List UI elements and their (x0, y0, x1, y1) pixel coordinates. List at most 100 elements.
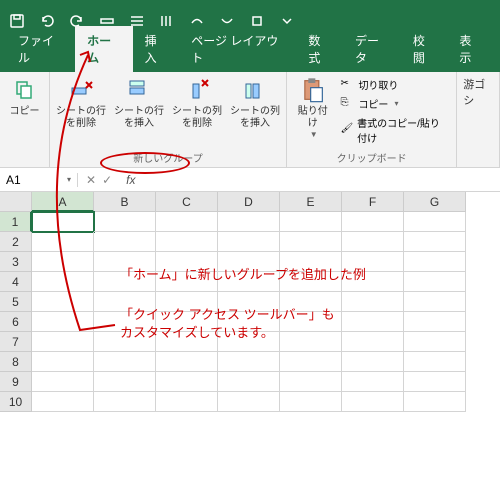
cell-B2[interactable] (94, 232, 156, 252)
scissors-icon: ✂ (340, 78, 354, 92)
copy-icon: ⎘ (340, 97, 354, 111)
cell-C9[interactable] (156, 372, 218, 392)
ribbon: コピー シートの行 を削除 シートの行 を挿入 シートの列 を削除 シートの列 … (0, 72, 500, 168)
row-header-10[interactable]: 10 (0, 392, 32, 412)
cell-A3[interactable] (32, 252, 94, 272)
cell-D8[interactable] (218, 352, 280, 372)
cell-B10[interactable] (94, 392, 156, 412)
col-header-F[interactable]: F (342, 192, 404, 212)
copy-button[interactable]: コピー (0, 76, 50, 118)
cell-A4[interactable] (32, 272, 94, 292)
enter-icon[interactable]: ✓ (102, 173, 112, 187)
cell-A5[interactable] (32, 292, 94, 312)
cell-A9[interactable] (32, 372, 94, 392)
row-header-7[interactable]: 7 (0, 332, 32, 352)
row-header-8[interactable]: 8 (0, 352, 32, 372)
tab-data[interactable]: データ (343, 26, 401, 72)
col-header-A[interactable]: A (32, 192, 94, 212)
cell-F7[interactable] (342, 332, 404, 352)
cell-F8[interactable] (342, 352, 404, 372)
cell-B8[interactable] (94, 352, 156, 372)
tab-view[interactable]: 表示 (447, 26, 494, 72)
cell-F9[interactable] (342, 372, 404, 392)
cell-G6[interactable] (404, 312, 466, 332)
cell-C10[interactable] (156, 392, 218, 412)
col-header-E[interactable]: E (280, 192, 342, 212)
cell-D2[interactable] (218, 232, 280, 252)
col-header-C[interactable]: C (156, 192, 218, 212)
cell-G9[interactable] (404, 372, 466, 392)
cell-F5[interactable] (342, 292, 404, 312)
cell-A8[interactable] (32, 352, 94, 372)
insert-col-button[interactable]: シートの列 を挿入 (230, 76, 280, 130)
cell-G4[interactable] (404, 272, 466, 292)
annotation-text-1: 「ホーム」に新しいグループを追加した例 (120, 266, 366, 284)
col-header-G[interactable]: G (404, 192, 466, 212)
delete-row-button[interactable]: シートの行 を削除 (56, 76, 106, 130)
cell-F6[interactable] (342, 312, 404, 332)
row-header-2[interactable]: 2 (0, 232, 32, 252)
cell-A10[interactable] (32, 392, 94, 412)
cell-E10[interactable] (280, 392, 342, 412)
cell-A6[interactable] (32, 312, 94, 332)
cell-A1[interactable] (32, 212, 94, 232)
cell-G1[interactable] (404, 212, 466, 232)
formula-bar: A1▾ ✕ ✓ fx (0, 168, 500, 192)
cell-A2[interactable] (32, 232, 94, 252)
fx-label[interactable]: fx (120, 173, 135, 187)
cell-C8[interactable] (156, 352, 218, 372)
row-header-3[interactable]: 3 (0, 252, 32, 272)
cell-D9[interactable] (218, 372, 280, 392)
delete-col-icon (183, 76, 211, 104)
chevron-down-icon: ▼ (310, 130, 318, 139)
cell-E9[interactable] (280, 372, 342, 392)
cell-G7[interactable] (404, 332, 466, 352)
cell-E2[interactable] (280, 232, 342, 252)
font-name-selector[interactable]: 游ゴシ (463, 76, 493, 108)
row-header-5[interactable]: 5 (0, 292, 32, 312)
cell-G2[interactable] (404, 232, 466, 252)
format-painter-button[interactable]: 🖌書式のコピー/貼り付け (338, 114, 450, 146)
cell-E8[interactable] (280, 352, 342, 372)
row-header-9[interactable]: 9 (0, 372, 32, 392)
cell-G3[interactable] (404, 252, 466, 272)
cell-C2[interactable] (156, 232, 218, 252)
row-header-1[interactable]: 1 (0, 212, 32, 232)
cancel-icon[interactable]: ✕ (86, 173, 96, 187)
tab-review[interactable]: 校閲 (401, 26, 448, 72)
tab-file[interactable]: ファイル (6, 26, 75, 72)
tab-formula[interactable]: 数式 (296, 26, 343, 72)
cell-F2[interactable] (342, 232, 404, 252)
cell-B1[interactable] (94, 212, 156, 232)
cell-C1[interactable] (156, 212, 218, 232)
cell-F1[interactable] (342, 212, 404, 232)
copy2-button[interactable]: ⎘コピー▾ (338, 95, 450, 112)
cell-F10[interactable] (342, 392, 404, 412)
insert-row-button[interactable]: シートの行 を挿入 (114, 76, 164, 130)
cell-D1[interactable] (218, 212, 280, 232)
name-box[interactable]: A1▾ (0, 173, 78, 187)
tab-insert[interactable]: 挿入 (133, 26, 180, 72)
brush-icon: 🖌 (340, 123, 353, 137)
delete-col-button[interactable]: シートの列 を削除 (172, 76, 222, 130)
cell-A7[interactable] (32, 332, 94, 352)
row-header-4[interactable]: 4 (0, 272, 32, 292)
cell-D10[interactable] (218, 392, 280, 412)
tab-home[interactable]: ホーム (75, 26, 133, 72)
cell-G5[interactable] (404, 292, 466, 312)
tab-pagelayout[interactable]: ページ レイアウト (179, 26, 296, 72)
cell-G8[interactable] (404, 352, 466, 372)
worksheet: A B C D E F G 12345678910 (0, 192, 500, 412)
cell-B9[interactable] (94, 372, 156, 392)
copy-icon (11, 76, 39, 104)
cut-button[interactable]: ✂切り取り (338, 76, 450, 93)
col-header-B[interactable]: B (94, 192, 156, 212)
col-header-D[interactable]: D (218, 192, 280, 212)
cell-G10[interactable] (404, 392, 466, 412)
cell-E1[interactable] (280, 212, 342, 232)
ribbon-tabs: ファイル ホーム 挿入 ページ レイアウト 数式 データ 校閲 表示 (0, 42, 500, 72)
row-header-6[interactable]: 6 (0, 312, 32, 332)
insert-col-icon (241, 76, 269, 104)
paste-button[interactable]: 貼り付け ▼ (293, 76, 332, 146)
select-all-corner[interactable] (0, 192, 32, 212)
